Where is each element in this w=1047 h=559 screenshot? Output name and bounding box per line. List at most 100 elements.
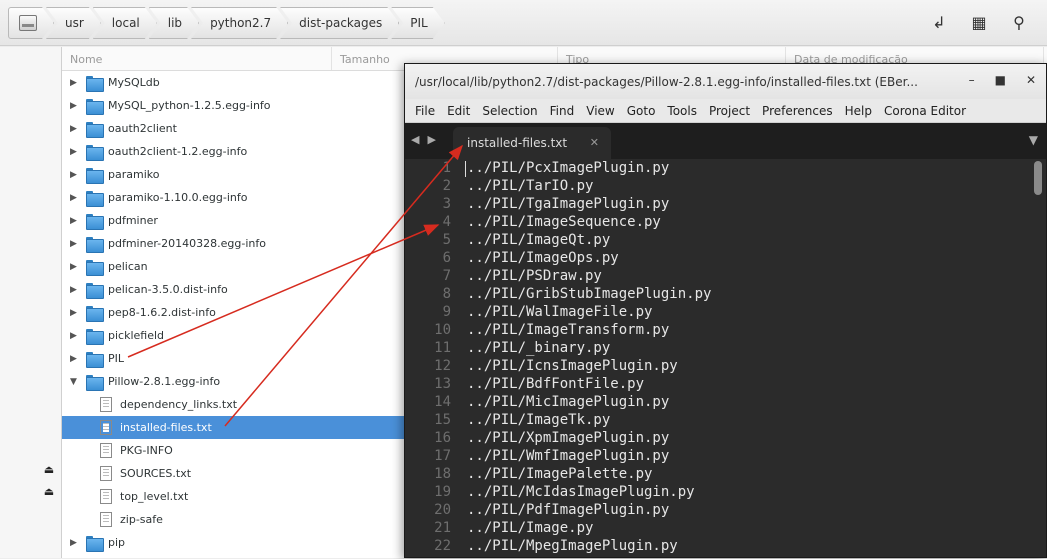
- folder-view-icon[interactable]: ▦: [969, 12, 989, 32]
- crumb-local[interactable]: local: [93, 7, 157, 39]
- file-name: paramiko-1.10.0.egg-info: [108, 191, 248, 204]
- code-line: ../PIL/Image.py: [467, 520, 594, 536]
- file-name: picklefield: [108, 329, 165, 342]
- expander-open-icon[interactable]: ▼: [70, 377, 80, 387]
- code-area[interactable]: 1 2 3 4 5 6 7 8 9 10 11 12 13 14 15 16 17 18 19 20 21 22 ../P…: [405, 159, 1046, 559]
- folder-icon: [86, 374, 104, 391]
- places-sidebar: ⏏ ⏏: [0, 47, 62, 558]
- line-number: 22: [434, 538, 451, 554]
- file-name: MySQL_python-1.2.5.egg-info: [108, 99, 271, 112]
- tab-bar: ◀ ▶ installed-files.txt ✕ ▼: [405, 123, 1046, 159]
- code-line: ../PIL/PSDraw.py: [467, 268, 602, 284]
- file-name: installed-files.txt: [120, 421, 212, 434]
- file-name: top_level.txt: [120, 490, 189, 503]
- expander-closed-icon[interactable]: ▶: [70, 239, 80, 249]
- crumb-pil[interactable]: PIL: [391, 7, 444, 39]
- text-file-icon: [100, 512, 112, 527]
- crumb-usr[interactable]: usr: [46, 7, 101, 39]
- expander-closed-icon[interactable]: ▶: [70, 538, 80, 548]
- folder-icon: [86, 167, 104, 184]
- file-name: oauth2client: [108, 122, 177, 135]
- code-line: ../PIL/ImageOps.py: [467, 250, 619, 266]
- tab-navigation: ◀ ▶: [411, 133, 436, 146]
- expander-closed-icon[interactable]: ▶: [70, 216, 80, 226]
- line-number: 16: [434, 430, 451, 446]
- file-name: PKG-INFO: [120, 444, 173, 457]
- menu-project[interactable]: Project: [703, 104, 756, 118]
- crumb-label: PIL: [410, 16, 428, 30]
- window-title: /usr/local/lib/python2.7/dist-packages/P…: [415, 74, 918, 89]
- crumb-root-disk[interactable]: [8, 7, 54, 39]
- tab-label: installed-files.txt: [467, 136, 568, 150]
- menu-corona-editor[interactable]: Corona Editor: [878, 104, 972, 118]
- folder-icon: [86, 98, 104, 115]
- menu-tools[interactable]: Tools: [661, 104, 703, 118]
- line-number: 1: [442, 160, 451, 176]
- menu-selection[interactable]: Selection: [476, 104, 543, 118]
- expander-closed-icon[interactable]: ▶: [70, 262, 80, 272]
- menu-find[interactable]: Find: [544, 104, 581, 118]
- tab-close-icon[interactable]: ✕: [590, 136, 599, 149]
- expander-closed-icon[interactable]: ▶: [70, 193, 80, 203]
- file-name: dependency_links.txt: [120, 398, 238, 411]
- menu-help[interactable]: Help: [839, 104, 878, 118]
- expander-closed-icon[interactable]: ▶: [70, 354, 80, 364]
- menu-view[interactable]: View: [580, 104, 620, 118]
- search-icon[interactable]: ⚲: [1009, 12, 1029, 32]
- file-name: pep8-1.6.2.dist-info: [108, 306, 216, 319]
- toolbar-icons: ↲ ▦ ⚲: [929, 12, 1029, 32]
- minimize-icon[interactable]: –: [969, 73, 975, 87]
- line-number: 12: [434, 358, 451, 374]
- expander-closed-icon[interactable]: ▶: [70, 124, 80, 134]
- menu-goto[interactable]: Goto: [621, 104, 662, 118]
- tab-prev-icon[interactable]: ◀: [411, 133, 419, 146]
- tab-next-icon[interactable]: ▶: [427, 133, 435, 146]
- code-line: ../PIL/MicImagePlugin.py: [467, 394, 670, 410]
- eject-icon[interactable]: ⏏: [42, 485, 56, 499]
- code-line: ../PIL/_binary.py: [467, 340, 611, 356]
- crumb-dist-packages[interactable]: dist-packages: [280, 7, 399, 39]
- code-line: ../PIL/ImageSequence.py: [467, 214, 661, 230]
- expander-closed-icon[interactable]: ▶: [70, 78, 80, 88]
- expander-closed-icon[interactable]: ▶: [70, 101, 80, 111]
- file-name: PIL: [108, 352, 125, 365]
- menu-preferences[interactable]: Preferences: [756, 104, 839, 118]
- expander-closed-icon[interactable]: ▶: [70, 170, 80, 180]
- window-controls: – ■ ✕: [969, 73, 1036, 87]
- expander-closed-icon[interactable]: ▶: [70, 147, 80, 157]
- line-number: 13: [434, 376, 451, 392]
- disk-icon: [19, 15, 37, 31]
- expander-closed-icon[interactable]: ▶: [70, 331, 80, 341]
- line-number: 17: [434, 448, 451, 464]
- crumb-label: lib: [167, 16, 183, 30]
- line-number: 14: [434, 394, 451, 410]
- file-name: pdfminer: [108, 214, 158, 227]
- menu-bar: File Edit Selection Find View Goto Tools…: [405, 99, 1046, 123]
- tab-menu-icon[interactable]: ▼: [1029, 133, 1038, 147]
- menu-edit[interactable]: Edit: [441, 104, 476, 118]
- location-icon[interactable]: ↲: [929, 12, 949, 32]
- text-file-icon: [100, 420, 112, 435]
- line-number: 9: [442, 304, 451, 320]
- scrollbar-thumb[interactable]: [1034, 161, 1042, 195]
- line-number: 2: [442, 178, 451, 194]
- maximize-icon[interactable]: ■: [995, 73, 1006, 87]
- line-number: 15: [434, 412, 451, 428]
- code-line: ../PIL/McIdasImagePlugin.py: [467, 484, 695, 500]
- tab-installed-files[interactable]: installed-files.txt ✕: [453, 127, 611, 159]
- expander-closed-icon[interactable]: ▶: [70, 308, 80, 318]
- crumb-label: dist-packages: [299, 16, 383, 30]
- close-icon[interactable]: ✕: [1026, 73, 1036, 87]
- file-name: zip-safe: [120, 513, 163, 526]
- file-name: oauth2client-1.2.egg-info: [108, 145, 248, 158]
- code-line: ../PIL/PcxImagePlugin.py: [467, 160, 670, 176]
- column-name[interactable]: Nome: [62, 47, 332, 70]
- eject-icon[interactable]: ⏏: [42, 463, 56, 477]
- file-name: Pillow-2.8.1.egg-info: [108, 375, 221, 388]
- line-number: 6: [442, 250, 451, 266]
- crumb-python[interactable]: python2.7: [191, 7, 288, 39]
- expander-closed-icon[interactable]: ▶: [70, 285, 80, 295]
- text-file-icon: [100, 466, 112, 481]
- menu-file[interactable]: File: [409, 104, 441, 118]
- folder-icon: [86, 190, 104, 207]
